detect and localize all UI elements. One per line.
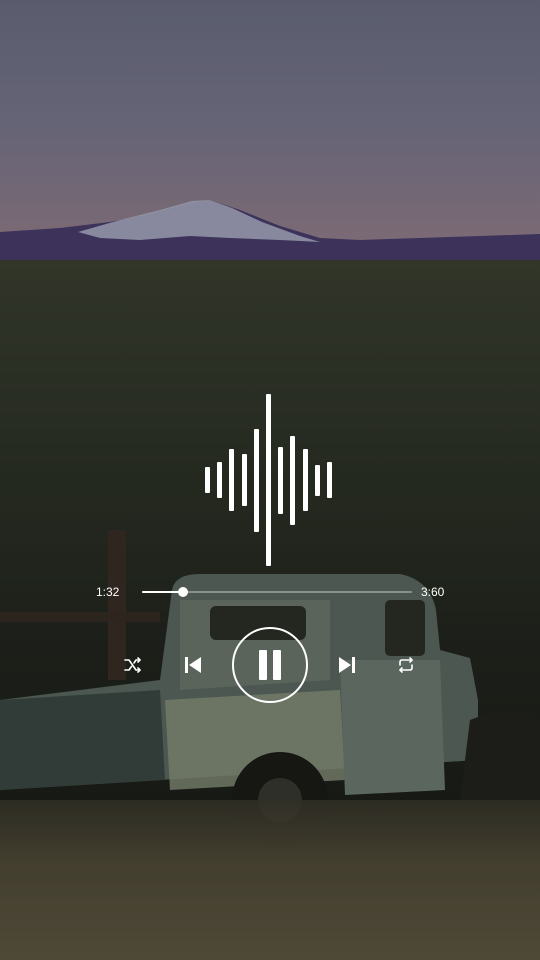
total-time: 3:60 <box>421 585 445 599</box>
previous-button[interactable] <box>183 655 203 675</box>
waveform-bar <box>327 462 332 498</box>
waveform-bar <box>205 467 210 493</box>
pause-button[interactable] <box>232 627 308 703</box>
progress-fill <box>142 591 183 593</box>
waveform-bar <box>278 447 283 514</box>
repeat-icon <box>399 657 413 673</box>
waveform-bar <box>315 465 320 496</box>
waveform-bar <box>217 462 222 498</box>
repeat-button[interactable] <box>396 656 416 674</box>
waveform-bar <box>229 449 234 511</box>
audio-waveform <box>205 394 335 566</box>
shuffle-icon <box>124 657 141 673</box>
shuffle-button[interactable] <box>123 656 143 674</box>
previous-icon <box>185 657 201 673</box>
next-icon <box>339 657 355 673</box>
pause-icon <box>259 650 281 680</box>
progress-thumb[interactable] <box>177 587 188 597</box>
waveform-bar <box>290 436 295 525</box>
progress-slider[interactable] <box>142 587 412 597</box>
waveform-bar <box>303 449 308 511</box>
next-button[interactable] <box>337 655 357 675</box>
waveform-bar <box>266 394 271 566</box>
elapsed-time: 1:32 <box>96 585 120 599</box>
waveform-bar <box>242 454 247 506</box>
waveform-bar <box>254 429 259 532</box>
